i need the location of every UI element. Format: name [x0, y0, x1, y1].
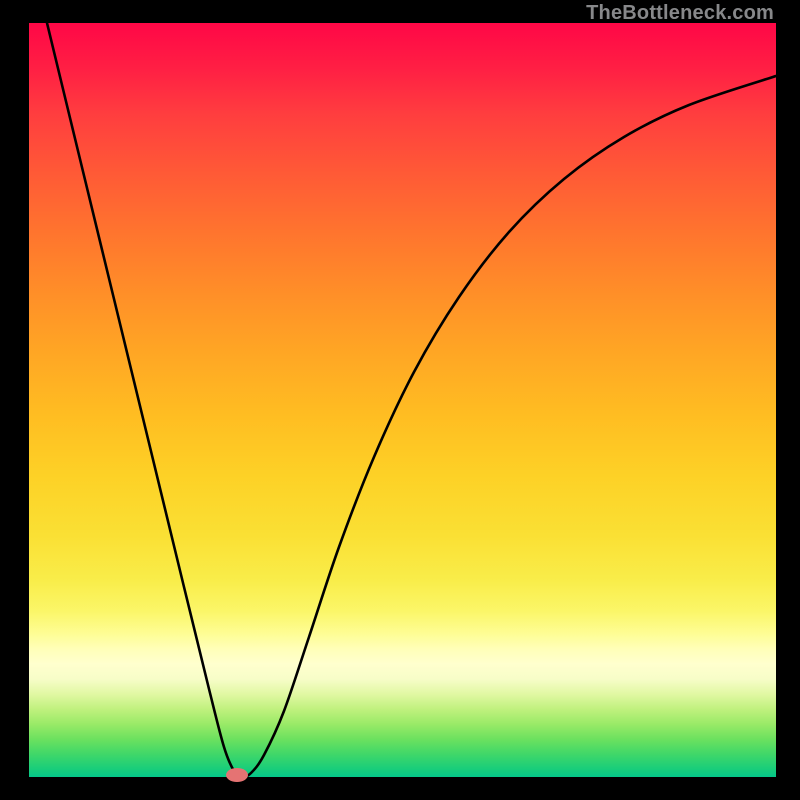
- chart-container: TheBottleneck.com: [0, 0, 800, 800]
- plot-area: [29, 23, 776, 777]
- bottleneck-curve: [47, 23, 776, 777]
- curve-layer: [29, 23, 776, 777]
- watermark-text: TheBottleneck.com: [586, 2, 774, 25]
- optimal-point-marker: [226, 768, 248, 782]
